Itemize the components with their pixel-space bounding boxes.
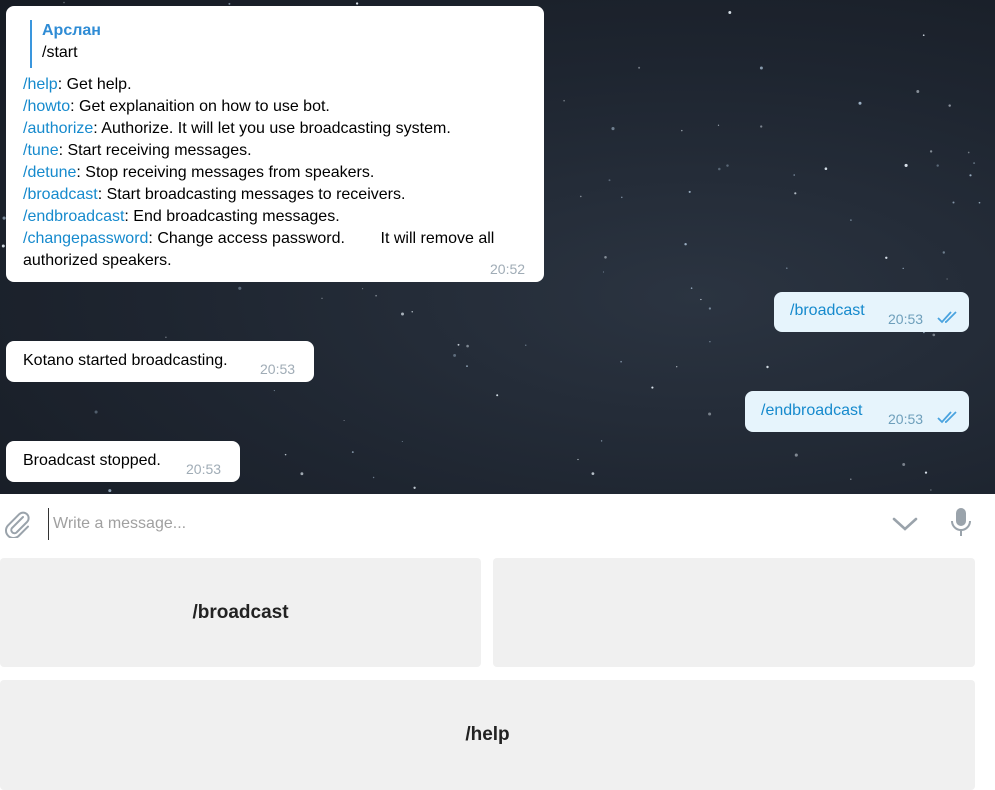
help-line-text: : End broadcasting messages. xyxy=(124,208,340,225)
help-line-text: : Stop receiving messages from speakers. xyxy=(76,164,375,181)
keyboard-button-broadcast[interactable]: /broadcast xyxy=(0,558,481,667)
help-line-text: : Get explanaition on how to use bot. xyxy=(70,98,330,115)
message-user-broadcast[interactable]: /broadcast 20:53 xyxy=(774,292,969,332)
message-time: 20:53 xyxy=(260,361,296,377)
command-link-broadcast[interactable]: /broadcast xyxy=(790,300,865,322)
message-text: Kotano started broadcasting. xyxy=(23,352,228,369)
double-check-icon xyxy=(937,411,957,424)
bot-keyboard: /broadcast /help xyxy=(0,552,995,790)
help-line-text: : Start broadcasting messages to receive… xyxy=(97,186,406,203)
message-composer xyxy=(0,494,995,552)
microphone-icon[interactable] xyxy=(949,506,973,540)
chevron-down-icon[interactable] xyxy=(892,516,918,532)
message-time: 20:53 xyxy=(888,311,924,327)
help-lines: /help: Get help. /howto: Get explanaitio… xyxy=(23,74,494,272)
message-text: Broadcast stopped. xyxy=(23,452,161,469)
reply-author: Арслан xyxy=(42,22,101,39)
command-link-changepassword[interactable]: /changepassword xyxy=(23,230,148,247)
help-line-text: : Change access password. It will remove… xyxy=(148,230,495,247)
command-link-authorize[interactable]: /authorize xyxy=(23,120,93,137)
reply-quote[interactable]: Арслан /start xyxy=(30,20,101,68)
help-line-text: : Get help. xyxy=(57,76,132,93)
message-bot-started[interactable]: Kotano started broadcasting. 20:53 xyxy=(6,341,314,382)
help-line: /tune: Start receiving messages. xyxy=(23,140,494,162)
help-line: /howto: Get explanaition on how to use b… xyxy=(23,96,494,118)
keyboard-button-help[interactable]: /help xyxy=(0,680,975,790)
help-line-text: : Start receiving messages. xyxy=(58,142,252,159)
command-link-tune[interactable]: /tune xyxy=(23,142,59,159)
message-time: 20:52 xyxy=(490,261,526,277)
message-user-endbroadcast[interactable]: /endbroadcast 20:53 xyxy=(745,391,969,432)
command-link-endbroadcast[interactable]: /endbroadcast xyxy=(23,208,124,225)
command-link-howto[interactable]: /howto xyxy=(23,98,70,115)
help-line-last: authorized speakers. xyxy=(23,252,172,269)
help-line: /endbroadcast: End broadcasting messages… xyxy=(23,206,494,228)
reply-text: /start xyxy=(42,44,78,61)
message-bot-help[interactable]: Арслан /start /help: Get help. /howto: G… xyxy=(6,6,544,282)
help-line: /broadcast: Start broadcasting messages … xyxy=(23,184,494,206)
help-line-text: : Authorize. It will let you use broadca… xyxy=(93,120,451,137)
message-bot-stopped[interactable]: Broadcast stopped. 20:53 xyxy=(6,441,240,482)
command-link-help[interactable]: /help xyxy=(23,76,58,93)
help-line: /detune: Stop receiving messages from sp… xyxy=(23,162,494,184)
help-line: /changepassword: Change access password.… xyxy=(23,228,494,250)
command-link-detune[interactable]: /detune xyxy=(23,164,76,181)
paperclip-icon[interactable] xyxy=(2,508,32,538)
message-time: 20:53 xyxy=(888,411,924,427)
help-line: /authorize: Authorize. It will let you u… xyxy=(23,118,494,140)
message-time: 20:53 xyxy=(186,461,222,477)
double-check-icon xyxy=(937,311,957,324)
command-link-broadcast[interactable]: /broadcast xyxy=(23,186,98,203)
command-link-endbroadcast[interactable]: /endbroadcast xyxy=(761,400,862,422)
chat-area: Арслан /start /help: Get help. /howto: G… xyxy=(0,0,995,494)
keyboard-button-empty[interactable] xyxy=(493,558,975,667)
message-input[interactable] xyxy=(48,508,875,540)
help-line: /help: Get help. xyxy=(23,74,494,96)
